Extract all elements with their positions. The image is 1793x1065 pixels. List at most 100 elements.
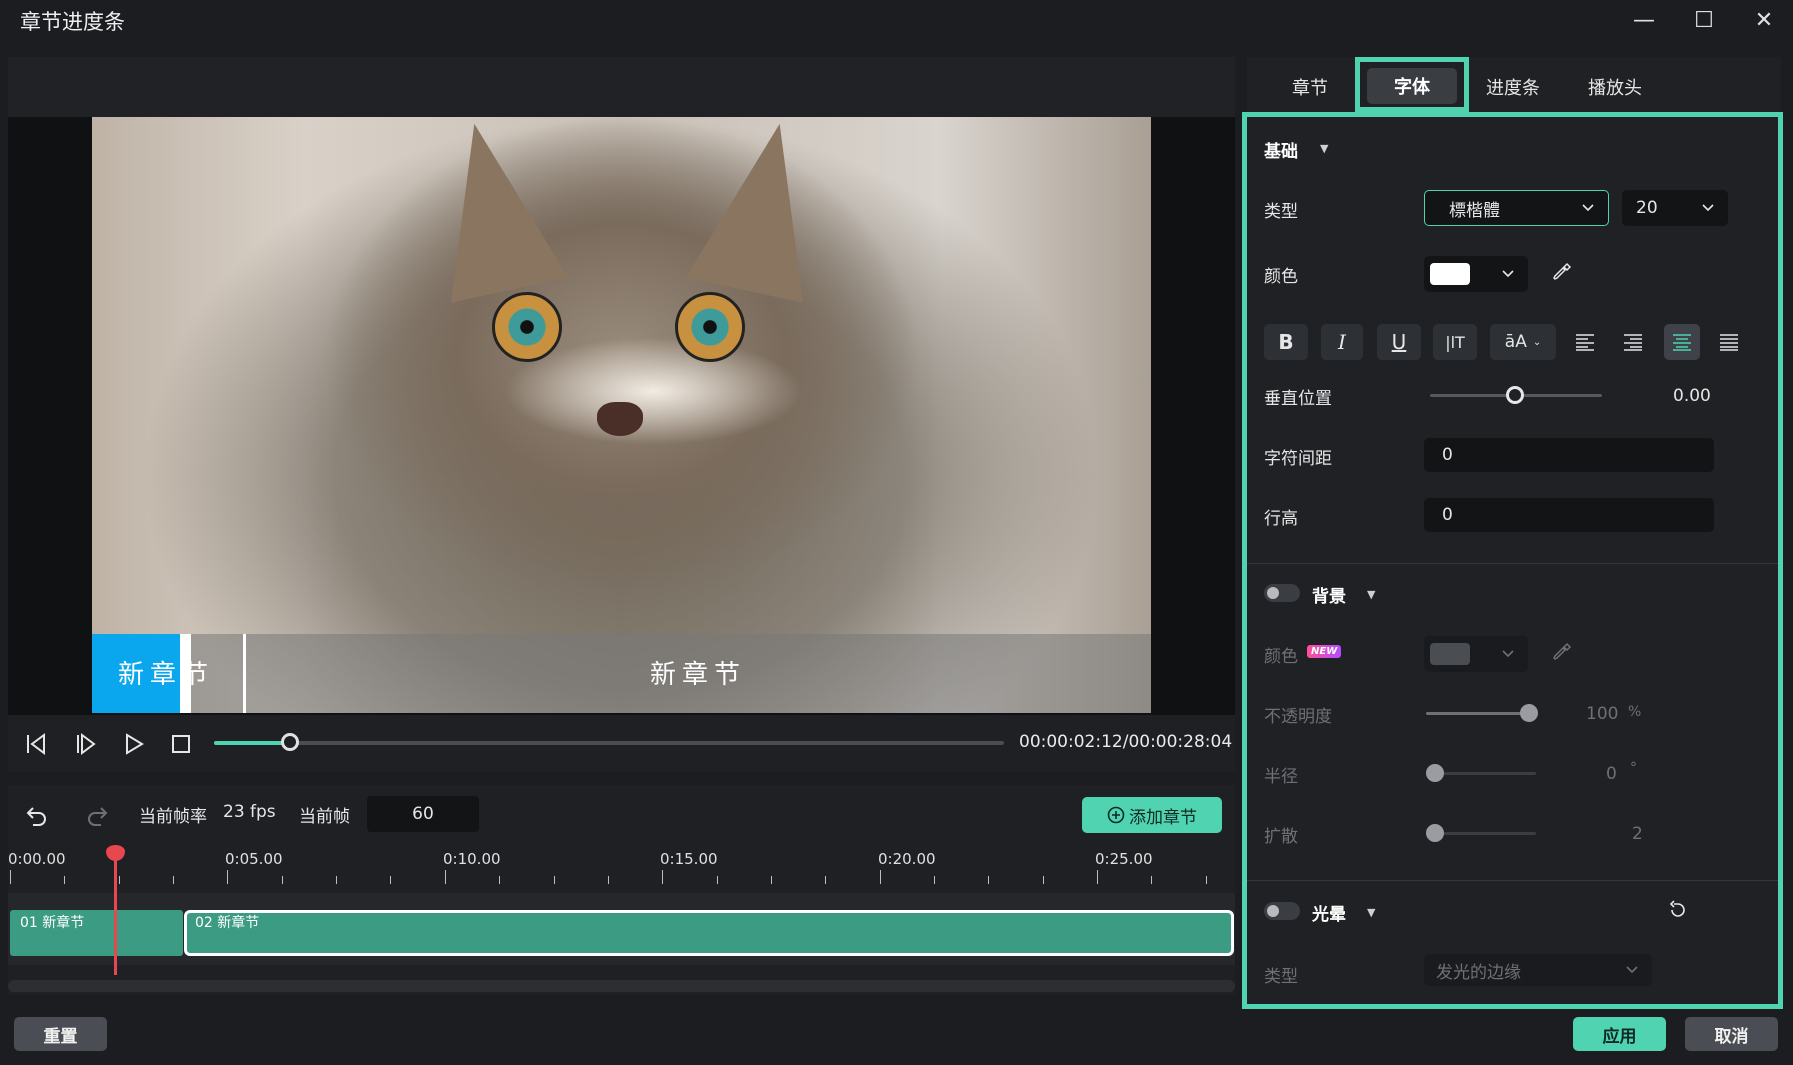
preview-video-frame <box>92 117 1151 713</box>
color-swatch <box>1430 263 1470 285</box>
tab-font[interactable]: 字体 <box>1367 68 1457 104</box>
clip-label: 02 新章节 <box>195 915 260 931</box>
redo-icon[interactable] <box>82 800 112 830</box>
text-direction-button[interactable]: |lT <box>1433 324 1477 360</box>
vertical-position-handle[interactable] <box>1506 386 1524 404</box>
align-right-icon[interactable] <box>1616 324 1650 360</box>
background-color-label: 颜色 <box>1264 647 1298 667</box>
chapter-clip-1[interactable]: 01 新章节 <box>10 910 183 956</box>
font-family-select[interactable]: 標楷體 <box>1424 190 1609 226</box>
minimize-button[interactable]: — <box>1614 0 1674 40</box>
reset-button[interactable]: 重置 <box>14 1017 107 1051</box>
ruler-tick <box>879 870 881 884</box>
glow-type-select[interactable]: 发光的边缘 <box>1424 954 1652 986</box>
apply-button[interactable]: 应用 <box>1573 1017 1666 1051</box>
ruler-tick <box>281 876 283 884</box>
ruler-tick <box>1205 876 1207 884</box>
ruler-tick <box>10 870 11 884</box>
caret-down-icon[interactable]: ▼ <box>1367 588 1375 601</box>
playback-progress-track[interactable] <box>214 741 1004 745</box>
frame-rate-label: 当前帧率 <box>139 807 207 827</box>
eyedropper-icon[interactable] <box>1552 262 1572 286</box>
ruler-tick <box>227 870 229 884</box>
font-color-select[interactable] <box>1424 256 1528 292</box>
next-frame-icon[interactable] <box>70 728 102 760</box>
playback-progress-handle[interactable] <box>280 733 299 751</box>
playback-progress-fill <box>214 741 290 745</box>
caret-down-icon[interactable]: ▼ <box>1367 906 1375 919</box>
line-height-input[interactable]: 0 <box>1424 498 1714 532</box>
font-family-value: 標楷體 <box>1449 200 1500 221</box>
radius-unit: ° <box>1630 760 1637 776</box>
cat-ear-right <box>685 117 839 303</box>
ruler-tick <box>1151 876 1153 884</box>
close-button[interactable]: ✕ <box>1734 0 1793 40</box>
font-settings-panel <box>1242 112 1783 1009</box>
ruler-label: 0:25.00 <box>1095 850 1153 868</box>
chapter-separator <box>243 634 246 713</box>
glow-section-title: 光晕 <box>1312 905 1346 925</box>
play-icon[interactable] <box>118 728 150 760</box>
current-frame-input[interactable]: 60 <box>367 796 479 832</box>
timeline-scrollbar[interactable] <box>8 980 1235 992</box>
bold-button[interactable]: B <box>1264 324 1308 360</box>
opacity-handle[interactable] <box>1520 704 1538 722</box>
preview-header <box>8 57 1235 117</box>
background-color-select[interactable] <box>1424 636 1528 672</box>
timecode: 00:00:02:12/00:00:28:04 <box>1019 732 1233 752</box>
ruler-tick <box>173 876 175 884</box>
tab-playhead[interactable]: 播放头 <box>1580 72 1650 102</box>
ruler-label: 0:20.00 <box>878 850 936 868</box>
ruler-label: 0:00.00 <box>8 850 66 868</box>
spread-handle[interactable] <box>1426 824 1444 842</box>
add-chapter-button[interactable]: 添加章节 <box>1082 797 1222 833</box>
ruler-tick <box>716 876 718 884</box>
align-justify-icon[interactable] <box>1712 324 1746 360</box>
font-size-value: 20 <box>1636 198 1658 218</box>
caret-down-icon[interactable]: ▼ <box>1320 142 1328 155</box>
chevron-down-icon <box>1582 204 1594 212</box>
radius-handle[interactable] <box>1426 764 1444 782</box>
current-frame-label: 当前帧 <box>299 807 350 827</box>
opacity-slider[interactable] <box>1426 712 1528 715</box>
glow-toggle[interactable] <box>1264 902 1300 920</box>
chapter-clip-2[interactable]: 02 新章节 <box>184 910 1234 956</box>
ruler-tick <box>933 876 935 884</box>
align-left-icon[interactable] <box>1568 324 1602 360</box>
playhead-line[interactable] <box>114 850 117 975</box>
align-center-icon[interactable] <box>1664 324 1700 360</box>
underline-button[interactable]: U <box>1377 324 1421 360</box>
cancel-button[interactable]: 取消 <box>1685 1017 1778 1051</box>
ruler-label: 0:10.00 <box>443 850 501 868</box>
background-section-title: 背景 <box>1312 587 1346 607</box>
frame-rate-value: 23 fps <box>223 802 276 822</box>
undo-icon[interactable] <box>22 800 52 830</box>
vertical-position-label: 垂直位置 <box>1264 389 1332 409</box>
chevron-down-icon <box>1502 270 1514 278</box>
chapter-progress-bar <box>92 634 1151 713</box>
add-chapter-label: 添加章节 <box>1129 807 1197 828</box>
tab-chapter[interactable]: 章节 <box>1280 72 1340 102</box>
stop-icon[interactable] <box>165 728 197 760</box>
new-badge: NEW <box>1307 645 1342 658</box>
ruler-tick <box>662 870 664 884</box>
color-swatch <box>1430 643 1470 665</box>
font-size-select[interactable]: 20 <box>1622 190 1728 226</box>
section-divider <box>1247 880 1778 881</box>
cat-nose <box>597 402 643 436</box>
chevron-down-icon <box>1702 204 1714 212</box>
letter-spacing-input[interactable]: 0 <box>1424 438 1714 472</box>
italic-button[interactable]: I <box>1321 324 1363 360</box>
opacity-unit: % <box>1628 704 1642 720</box>
add-circle-icon <box>1107 806 1125 824</box>
maximize-button[interactable]: ☐ <box>1674 0 1734 40</box>
ruler-tick <box>1042 876 1044 884</box>
background-toggle[interactable] <box>1264 584 1300 602</box>
eyedropper-icon[interactable] <box>1552 642 1572 666</box>
ruler-tick <box>336 876 338 884</box>
text-case-button[interactable]: āA ⌄ <box>1490 324 1556 360</box>
tab-progress-bar[interactable]: 进度条 <box>1478 72 1548 102</box>
chevron-down-icon <box>1626 966 1638 974</box>
reset-glow-icon[interactable] <box>1668 900 1688 924</box>
prev-frame-icon[interactable] <box>20 728 52 760</box>
